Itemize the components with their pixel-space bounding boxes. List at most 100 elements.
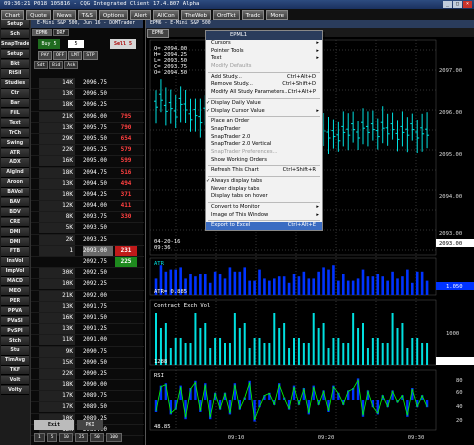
menu-item-display-daily-value[interactable]: ✓ Display Daily Value	[206, 100, 322, 108]
sidebar-button[interactable]: Setup	[1, 49, 29, 59]
ladder-row[interactable]: 11K 2091.00	[31, 335, 144, 347]
menu-options-button[interactable]: Options	[98, 9, 129, 20]
sidebar-button[interactable]: DMI	[1, 237, 29, 247]
bid-size[interactable]: 13K	[39, 178, 75, 189]
bid-size[interactable]	[39, 257, 75, 267]
sidebar-button[interactable]: TrCh	[1, 128, 29, 139]
menu-item-display-cursor-value[interactable]: ✓ Display Cursor Value ▸	[206, 108, 322, 116]
menu-item-export-to-excel[interactable]: Export to Excel Ctrl+Alt+E	[206, 222, 322, 231]
ask-size[interactable]: 599	[115, 156, 137, 166]
ask-size[interactable]: 225	[115, 257, 137, 267]
menu-item-place-an-order[interactable]: Place an Order	[206, 118, 322, 126]
menu-item-snaptrader-2-0[interactable]: SnapTrader 2.0	[206, 134, 322, 142]
dom-header[interactable]: Sdt	[34, 61, 49, 69]
ask-size[interactable]	[115, 313, 137, 323]
ladder-row[interactable]: 13K 2096.50	[31, 89, 144, 101]
quantity-field[interactable]: 5	[68, 40, 84, 48]
ask-size[interactable]: 654	[115, 134, 137, 144]
menu-news-button[interactable]: News	[52, 9, 76, 20]
bid-size[interactable]: 29K	[39, 133, 75, 144]
bid-size[interactable]: 18K	[39, 380, 75, 391]
ask-size[interactable]: 795	[115, 112, 137, 122]
ask-size[interactable]: 411	[115, 201, 137, 211]
menu-ts-button[interactable]: T&S	[77, 9, 97, 20]
bid-size[interactable]: 10K	[39, 279, 75, 290]
ladder-row[interactable]: 15K 2090.50	[31, 357, 144, 369]
sidebar-button[interactable]: ADX	[1, 158, 29, 168]
ladder-row[interactable]: 13K 2094.50 494	[31, 178, 144, 190]
qty-preset-button[interactable]: 100	[105, 433, 122, 442]
bid-size[interactable]: 18K	[39, 100, 75, 111]
menu-ordtkt-button[interactable]: OrdTkt	[212, 9, 240, 20]
dom-tab-drf[interactable]: DRF	[52, 29, 70, 36]
menu-quote-button[interactable]: Quote	[26, 9, 51, 20]
bid-size[interactable]: 1	[39, 245, 75, 256]
qty-preset-button[interactable]: 10	[59, 433, 73, 442]
menu-item-pointer-tools[interactable]: Pointer Tools ▸	[206, 48, 322, 56]
sidebar-button[interactable]: Volt	[1, 376, 29, 386]
qty-preset-button[interactable]: 5	[46, 433, 58, 442]
menu-item-snaptrader[interactable]: SnapTrader	[206, 126, 322, 134]
menu-item-cursors[interactable]: Cursors ▸	[206, 40, 322, 48]
sidebar-button[interactable]: PPVA	[1, 306, 29, 317]
ladder-row[interactable]: 16K 2091.50	[31, 312, 144, 325]
bid-size[interactable]: 5K	[39, 223, 75, 234]
ask-size[interactable]	[115, 402, 137, 412]
sidebar-button[interactable]: RtSil	[1, 69, 29, 79]
bid-size[interactable]: 22K	[39, 368, 75, 379]
menu-item-display-tabs-on-hover[interactable]: Display tabs on hover	[206, 193, 322, 201]
sidebar-button[interactable]: FTB	[1, 247, 29, 257]
bid-size[interactable]: 21K	[39, 290, 75, 301]
ask-size[interactable]	[115, 223, 137, 233]
sidebar-button[interactable]: MACD	[1, 277, 29, 287]
ladder-row[interactable]: 2K 2093.25	[31, 234, 144, 246]
bid-size[interactable]: 10K	[39, 189, 75, 200]
sidebar-button[interactable]: PvSPI	[1, 326, 29, 336]
ladder-row[interactable]: 13K 2095.75 790	[31, 122, 144, 134]
ladder-row[interactable]: 14K 2096.75	[31, 78, 144, 90]
menu-item-always-display-tabs[interactable]: ✓ Always display tabs	[206, 178, 322, 186]
ask-size[interactable]	[115, 279, 137, 289]
ask-size[interactable]	[115, 380, 137, 390]
bid-size[interactable]: 14K	[39, 78, 75, 88]
ladder-row[interactable]: 29K 2095.50 654	[31, 133, 144, 146]
sidebar-button[interactable]: Stch	[1, 336, 29, 346]
ladder-row[interactable]: 1 2093.00 231	[31, 245, 144, 257]
sidebar-button[interactable]: Bkt	[1, 59, 29, 69]
bid-size[interactable]: 21K	[39, 111, 75, 122]
menu-item-remove-study[interactable]: Remove Study... Ctrl+Shift+D	[206, 81, 322, 89]
ladder-row[interactable]: 17K 2089.75	[31, 391, 144, 403]
bid-size[interactable]: 13K	[39, 89, 75, 100]
dom-header[interactable]: Ask	[64, 61, 79, 69]
ladder-row[interactable]: 13K 2091.75	[31, 301, 144, 313]
sidebar-button[interactable]: Studies	[1, 79, 29, 89]
ladder-row[interactable]: 21K 2096.00 795	[31, 111, 144, 123]
menu-item-convert-to-monitor[interactable]: Convert to Monitor ▸	[206, 204, 322, 212]
ask-size[interactable]	[115, 89, 137, 99]
sidebar-button[interactable]: Stu	[1, 346, 29, 356]
sidebar-button[interactable]: BAV	[1, 198, 29, 208]
bid-size[interactable]: 16K	[39, 312, 75, 323]
ask-size[interactable]	[115, 358, 137, 368]
bid-size[interactable]: 16K	[39, 156, 75, 167]
order-type-button[interactable]: STP	[83, 51, 98, 60]
bid-size[interactable]: 12K	[39, 201, 75, 212]
sidebar-button[interactable]: BDV	[1, 207, 29, 218]
menu-allcon-button[interactable]: AllCon	[153, 9, 179, 20]
qty-preset-button[interactable]: 1	[34, 433, 45, 442]
menu-item-text[interactable]: Text ▸	[206, 55, 322, 63]
sidebar-button[interactable]: Sch	[1, 29, 29, 40]
qty-preset-button[interactable]: 25	[74, 433, 89, 442]
bid-size[interactable]: 13K	[39, 301, 75, 312]
sidebar-button[interactable]: TKF	[1, 366, 29, 376]
sidebar-button[interactable]: Volty	[1, 385, 29, 396]
ladder-row[interactable]: 16K 2095.00 599	[31, 156, 144, 168]
ask-size[interactable]: 231	[115, 245, 137, 256]
menu-item-refresh-this-chart[interactable]: Refresh This Chart Ctrl+Shift+R	[206, 167, 322, 175]
bid-size[interactable]: 18K	[39, 167, 75, 178]
ask-size[interactable]	[115, 347, 137, 357]
sidebar-button[interactable]: ImpVol	[1, 267, 29, 277]
ladder-row[interactable]: 5K 2093.50	[31, 223, 144, 235]
ask-size[interactable]	[115, 78, 137, 88]
ask-size[interactable]	[115, 302, 137, 312]
